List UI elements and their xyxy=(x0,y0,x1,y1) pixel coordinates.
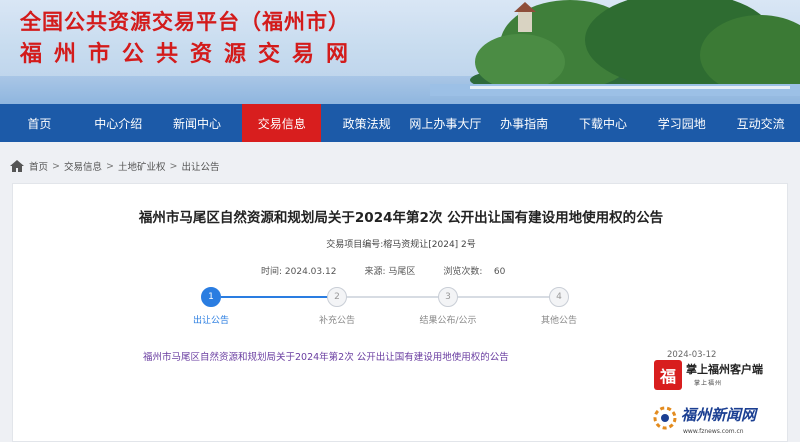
step-connector xyxy=(221,296,333,298)
nav-online-hall[interactable]: 网上办事大厅 xyxy=(406,104,485,142)
breadcrumb-separator: > xyxy=(106,160,114,172)
views-count: 60 xyxy=(493,267,506,277)
nav-guide[interactable]: 办事指南 xyxy=(485,104,564,142)
nav-center-intro[interactable]: 中心介绍 xyxy=(79,104,158,142)
step-connector xyxy=(457,296,557,298)
step-1-circle[interactable]: 1 xyxy=(201,287,221,307)
app-logo-icon: 福 xyxy=(654,360,682,390)
app-watermark: 福 掌上福州客户端 掌上福州 xyxy=(654,358,800,392)
nav-policy[interactable]: 政策法规 xyxy=(327,104,406,142)
step-1-label[interactable]: 出让公告 xyxy=(171,313,251,326)
app-watermark-text: 掌上福州客户端 xyxy=(686,363,763,376)
notice-link[interactable]: 福州市马尾区自然资源和规划局关于2024年第2次 公开出让国有建设用地使用权的公… xyxy=(143,349,509,363)
step-3-circle[interactable]: 3 xyxy=(438,287,458,307)
news-logo-icon xyxy=(653,406,677,430)
breadcrumb-trade-info[interactable]: 交易信息 xyxy=(64,159,102,173)
source-label: 来源: xyxy=(364,267,386,277)
news-watermark-url: www.fznews.com.cn xyxy=(683,428,744,435)
nav-news[interactable]: 新闻中心 xyxy=(158,104,237,142)
project-number: 交易项目编号:榕马资规让[2024] 2号 xyxy=(326,240,476,250)
breadcrumb-home[interactable]: 首页 xyxy=(29,159,48,173)
step-4-circle[interactable]: 4 xyxy=(549,287,569,307)
home-icon xyxy=(10,160,24,172)
step-2-circle[interactable]: 2 xyxy=(327,287,347,307)
step-4-label[interactable]: 其他公告 xyxy=(519,313,599,326)
nav-download[interactable]: 下载中心 xyxy=(564,104,643,142)
main-nav: 首页 中心介绍 新闻中心 交易信息 政策法规 网上办事大厅 办事指南 下载中心 … xyxy=(0,104,800,142)
app-watermark-sub: 掌上福州 xyxy=(694,380,723,387)
breadcrumb: 首页 > 交易信息 > 土地矿业权 > 出让公告 xyxy=(10,157,219,175)
step-2-label[interactable]: 补充公告 xyxy=(297,313,377,326)
site-title: 全国公共资源交易平台（福州市） xyxy=(20,10,350,34)
news-watermark-text: 福州新闻网 xyxy=(681,406,757,424)
notice-meta: 时间: 2024.03.12 来源: 马尾区 浏览次数: 60 xyxy=(261,264,533,277)
breadcrumb-separator: > xyxy=(52,160,60,172)
nav-trade-info[interactable]: 交易信息 xyxy=(242,104,322,142)
breadcrumb-separator: > xyxy=(169,160,178,172)
step-3-label[interactable]: 结果公布/公示 xyxy=(408,313,488,326)
source-value: 马尾区 xyxy=(388,267,416,277)
nav-interaction[interactable]: 互动交流 xyxy=(721,104,800,142)
island-scene-image xyxy=(430,0,800,96)
time-label: 时间: xyxy=(261,267,283,277)
step-connector xyxy=(345,296,445,298)
breadcrumb-transfer-notice[interactable]: 出让公告 xyxy=(181,159,219,173)
nav-home[interactable]: 首页 xyxy=(0,104,79,142)
publish-time: 2024.03.12 xyxy=(284,267,337,277)
site-subtitle: 福州市公共资源交易网 xyxy=(20,42,361,67)
notice-title: 福州市马尾区自然资源和规划局关于2024年第2次 公开出让国有建设用地使用权的公… xyxy=(138,210,664,226)
nav-learning[interactable]: 学习园地 xyxy=(642,104,721,142)
progress-steps: 1 出让公告 2 补充公告 3 结果公布/公示 4 其他公告 xyxy=(13,284,789,328)
news-watermark: 福州新闻网 www.fznews.com.cn xyxy=(653,404,800,440)
breadcrumb-land-mining[interactable]: 土地矿业权 xyxy=(118,159,166,173)
site-header: 全国公共资源交易平台（福州市） 福州市公共资源交易网 xyxy=(0,0,800,104)
views-label: 浏览次数: xyxy=(443,267,483,277)
